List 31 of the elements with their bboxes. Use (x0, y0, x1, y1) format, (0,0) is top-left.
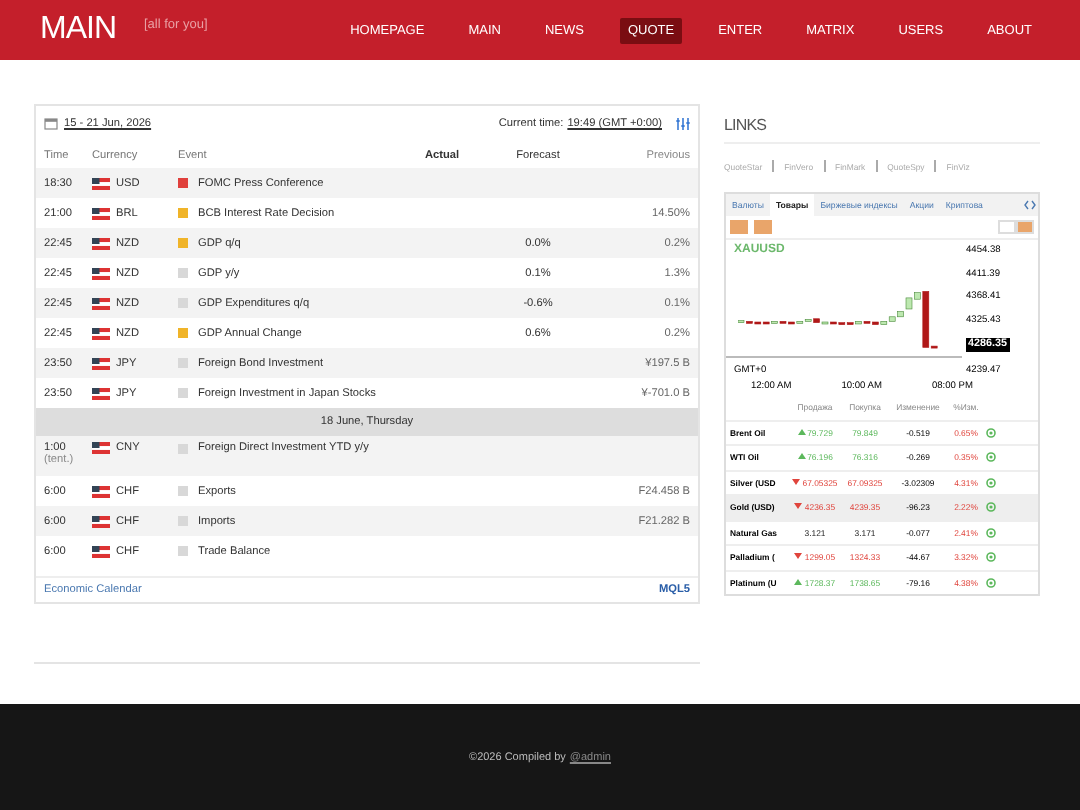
down-arrow-icon (794, 502, 803, 511)
flag-icon (92, 442, 110, 454)
status-icon (986, 452, 996, 463)
flag-icon (92, 485, 110, 497)
flag-icon (92, 545, 110, 557)
line-chart-button[interactable] (998, 220, 1016, 234)
flag-icon (92, 387, 110, 399)
status-icon (986, 577, 996, 588)
flag-icon (92, 515, 110, 527)
flag-icon (92, 177, 110, 189)
flag-icon (92, 327, 110, 339)
flag-icon (92, 267, 110, 279)
status-icon (986, 427, 996, 438)
site-logo[interactable]: MAIN (40, 12, 116, 48)
flag-icon (92, 207, 110, 219)
up-arrow-icon (797, 452, 806, 461)
flag-icon (92, 297, 110, 309)
status-icon (986, 502, 996, 513)
flag-icon (92, 357, 110, 369)
status-icon (986, 527, 996, 538)
up-arrow-icon (797, 427, 806, 436)
links-title: LINKS (724, 104, 1040, 144)
status-icon (986, 552, 996, 563)
candle-chart-button[interactable] (1016, 220, 1034, 234)
flag-icon (92, 237, 110, 249)
status-icon (986, 477, 996, 488)
up-arrow-icon (794, 577, 803, 586)
down-arrow-icon (794, 552, 803, 561)
down-arrow-icon (792, 477, 801, 486)
calendar-icon[interactable] (44, 118, 58, 130)
filter-icon[interactable] (676, 118, 690, 130)
